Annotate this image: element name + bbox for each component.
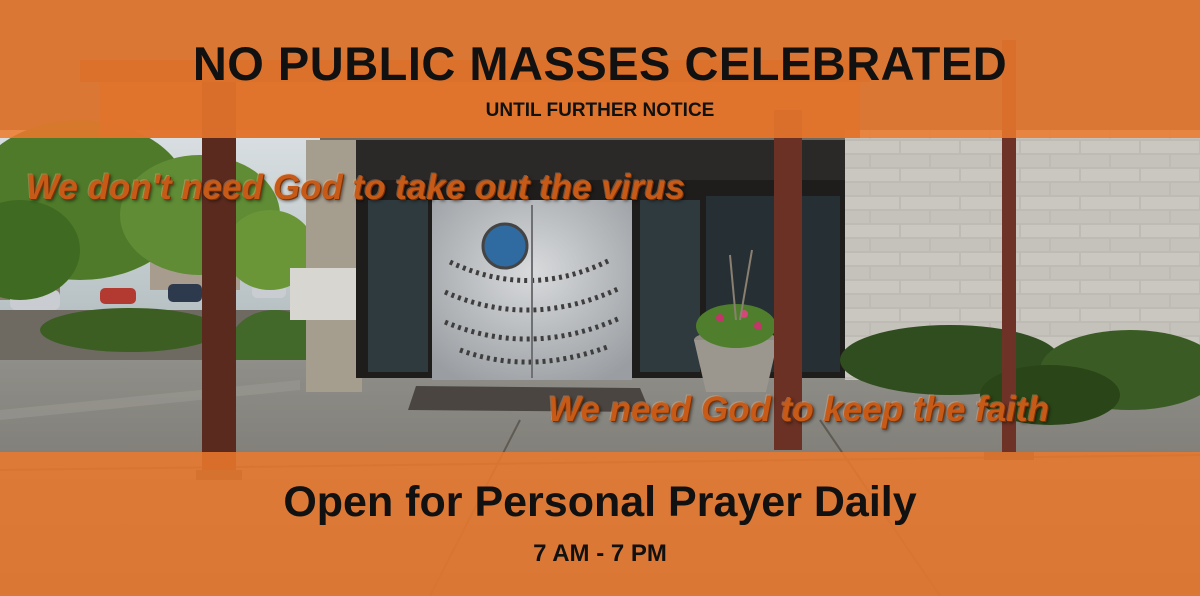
prayer-hours: 7 AM - 7 PM — [533, 540, 667, 567]
church-entrance-poster: NO PUBLIC MASSES CELEBRATED UNTIL FURTHE… — [0, 0, 1200, 596]
slogan-top: We don't need God to take out the virus — [26, 168, 686, 207]
slogan-bottom: We need God to keep the faith — [548, 390, 1050, 429]
subheadline: UNTIL FURTHER NOTICE — [485, 100, 715, 121]
open-for-prayer-heading: Open for Personal Prayer Daily — [283, 478, 917, 526]
headline: NO PUBLIC MASSES CELEBRATED — [192, 37, 1008, 90]
